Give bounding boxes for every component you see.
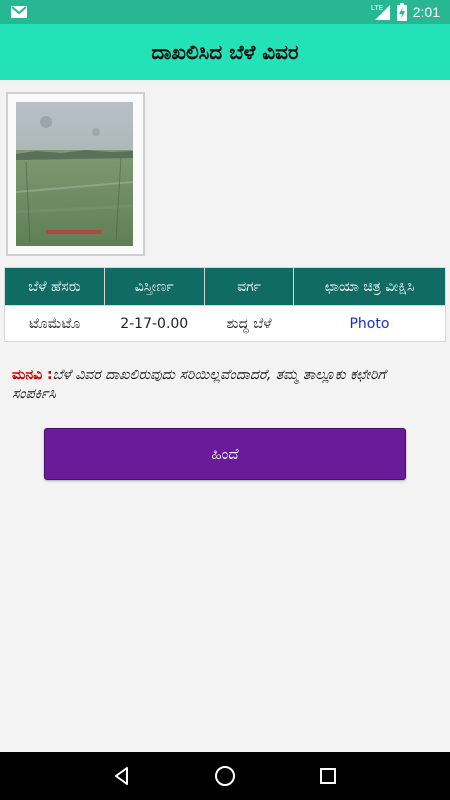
battery-charging-icon	[396, 3, 407, 21]
crop-photo-frame[interactable]	[6, 92, 145, 256]
header-view-photo: ಛಾಯಾ ಚಿತ್ರ ವೀಕ್ಷಿಸಿ	[293, 267, 446, 306]
nav-home-icon[interactable]	[205, 756, 245, 796]
app-bar: ದಾಖಲಿಸಿದ ಬೆಳೆ ವಿವರ	[0, 24, 450, 80]
photo-link[interactable]: Photo	[349, 316, 389, 332]
cell-area: 2-17-0.00	[104, 305, 205, 342]
page-title: ದಾಖಲಿಸಿದ ಬೆಳೆ ವಿವರ	[151, 40, 299, 64]
cell-photo: Photo	[293, 305, 446, 342]
header-area: ವಿಸ್ತೀರ್ಣ	[103, 267, 205, 306]
gmail-icon	[10, 4, 28, 18]
nav-back-icon[interactable]	[102, 756, 142, 796]
cell-category: ಶುದ್ಧ ಬೆಳೆ	[204, 305, 294, 342]
lte-signal-icon: LTE	[371, 3, 391, 21]
crop-details-table: ಬೆಳೆ ಹೆಸರು ವಿಸ್ತೀರ್ಣ ವರ್ಗ ಛಾಯಾ ಚಿತ್ರ ವೀಕ…	[4, 267, 446, 342]
nav-recents-icon[interactable]	[308, 756, 348, 796]
status-time: 2:01	[412, 4, 440, 20]
table-row: ಟೊಮೆಟೊ 2-17-0.00 ಶುದ್ಧ ಬೆಳೆ Photo	[4, 305, 446, 342]
cell-crop-name: ಟೊಮೆಟೊ	[4, 305, 105, 342]
table-header-row: ಬೆಳೆ ಹೆಸರು ವಿಸ್ತೀರ್ಣ ವರ್ಗ ಛಾಯಾ ಚಿತ್ರ ವೀಕ…	[4, 267, 446, 306]
navigation-bar	[0, 752, 450, 800]
back-button[interactable]: ಹಿಂದೆ	[44, 428, 406, 480]
notice-text: ಬೆಳೆ ವಿವರ ದಾಖಲಿರುವುದು ಸರಿಯಿಲ್ಲವೆಂದಾದರೆ, …	[12, 367, 386, 402]
notice: ಮನವಿ :ಬೆಳೆ ವಿವರ ದಾಖಲಿರುವುದು ಸರಿಯಿಲ್ಲವೆಂದ…	[12, 366, 432, 404]
crop-photo	[16, 102, 133, 246]
header-crop-name: ಬೆಳೆ ಹೆಸರು	[4, 267, 105, 306]
svg-text:LTE: LTE	[371, 5, 384, 12]
status-bar: LTE 2:01	[0, 0, 450, 24]
notice-label: ಮನವಿ :	[12, 367, 53, 383]
header-category: ವರ್ಗ	[203, 267, 295, 306]
